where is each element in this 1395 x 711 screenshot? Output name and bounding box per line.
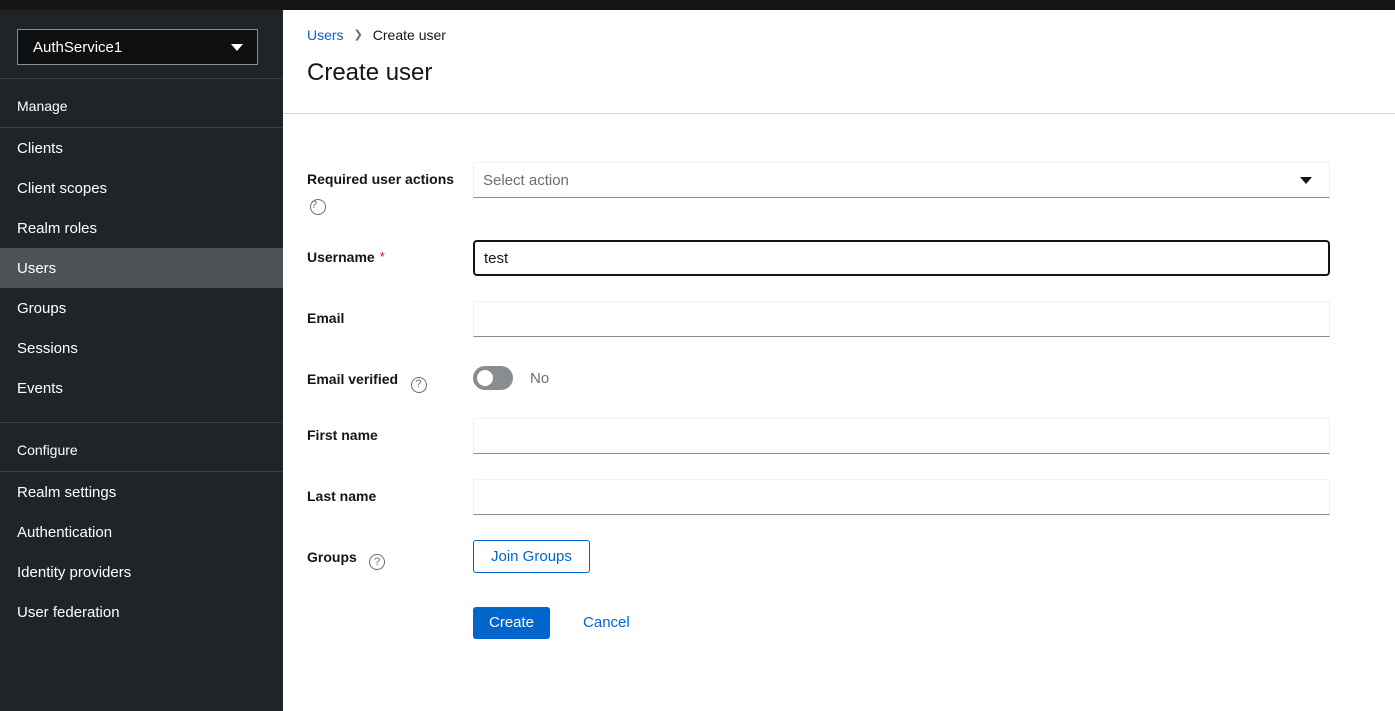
username-input[interactable] xyxy=(473,240,1330,276)
help-icon[interactable] xyxy=(411,377,427,393)
first-name-input[interactable] xyxy=(473,418,1330,454)
page-title: Create user xyxy=(307,59,1395,113)
sidebar-item-realm-roles[interactable]: Realm roles xyxy=(0,208,283,248)
realm-selector-dropdown[interactable]: AuthService1 xyxy=(17,29,258,65)
sidebar-item-client-scopes[interactable]: Client scopes xyxy=(0,168,283,208)
select-placeholder: Select action xyxy=(483,172,569,189)
label-col: Username * xyxy=(307,240,473,276)
chevron-down-icon xyxy=(1300,177,1312,184)
label-col: Groups xyxy=(307,540,473,573)
sidebar-item-groups[interactable]: Groups xyxy=(0,288,283,328)
username-label: Username xyxy=(307,249,375,265)
join-groups-button[interactable]: Join Groups xyxy=(473,540,590,573)
label-col: Last name xyxy=(307,479,473,515)
email-input[interactable] xyxy=(473,301,1330,337)
last-name-input[interactable] xyxy=(473,479,1330,515)
help-icon[interactable] xyxy=(310,199,326,215)
sidebar-item-realm-settings[interactable]: Realm settings xyxy=(0,472,283,512)
email-verified-label: Email verified xyxy=(307,371,398,387)
field-col xyxy=(473,418,1330,454)
label-col: Email xyxy=(307,301,473,337)
app-shell: AuthService1 Manage Clients Client scope… xyxy=(0,10,1395,711)
chevron-down-icon xyxy=(231,44,243,51)
sidebar-item-sessions[interactable]: Sessions xyxy=(0,328,283,368)
nav-section-title-manage: Manage xyxy=(0,79,283,128)
email-verified-toggle[interactable] xyxy=(473,366,513,390)
required-indicator: * xyxy=(380,249,385,264)
top-bar xyxy=(0,0,1395,10)
main-content: Users ❯ Create user Create user Required… xyxy=(283,10,1395,711)
sidebar-item-identity-providers[interactable]: Identity providers xyxy=(0,552,283,592)
realm-name: AuthService1 xyxy=(33,39,122,56)
breadcrumb-separator-icon: ❯ xyxy=(354,30,363,41)
cancel-button[interactable]: Cancel xyxy=(583,614,630,631)
form-row-last-name: Last name xyxy=(307,479,1330,515)
field-col xyxy=(473,301,1330,337)
page-header: Users ❯ Create user Create user xyxy=(283,10,1395,114)
first-name-label: First name xyxy=(307,427,378,443)
sidebar-item-authentication[interactable]: Authentication xyxy=(0,512,283,552)
help-icon[interactable] xyxy=(369,554,385,570)
form-row-email: Email xyxy=(307,301,1330,337)
email-label: Email xyxy=(307,310,344,326)
form-row-required-user-actions: Required user actions Select action xyxy=(307,162,1330,215)
form-row-username: Username * xyxy=(307,240,1330,276)
form-row-email-verified: Email verified No xyxy=(307,362,1330,393)
nav-section-title-configure: Configure xyxy=(0,423,283,472)
sidebar-item-events[interactable]: Events xyxy=(0,368,283,408)
field-col: Select action xyxy=(473,162,1330,215)
email-verified-state: No xyxy=(530,370,549,387)
last-name-label: Last name xyxy=(307,488,376,504)
realm-selector-wrap: AuthService1 xyxy=(0,10,283,78)
field-col: Join Groups xyxy=(473,540,1330,573)
create-user-form: Required user actions Select action User… xyxy=(283,114,1395,639)
toggle-knob xyxy=(477,370,493,386)
nav-section-configure: Configure Realm settings Authentication … xyxy=(0,422,283,632)
sidebar: AuthService1 Manage Clients Client scope… xyxy=(0,10,283,711)
field-col xyxy=(473,240,1330,276)
breadcrumb-current: Create user xyxy=(373,27,446,43)
required-user-actions-select[interactable]: Select action xyxy=(473,162,1330,198)
label-col: Required user actions xyxy=(307,162,473,215)
form-actions: Create Cancel xyxy=(473,607,1330,639)
breadcrumb-users-link[interactable]: Users xyxy=(307,27,344,43)
sidebar-item-user-federation[interactable]: User federation xyxy=(0,592,283,632)
email-verified-toggle-row: No xyxy=(473,362,1330,390)
field-col xyxy=(473,479,1330,515)
breadcrumb: Users ❯ Create user xyxy=(307,27,1395,43)
label-col: First name xyxy=(307,418,473,454)
sidebar-item-clients[interactable]: Clients xyxy=(0,128,283,168)
field-col: No xyxy=(473,362,1330,393)
form-row-groups: Groups Join Groups xyxy=(307,540,1330,573)
nav-section-manage: Manage Clients Client scopes Realm roles… xyxy=(0,78,283,408)
form-row-first-name: First name xyxy=(307,418,1330,454)
label-col: Email verified xyxy=(307,362,473,393)
create-button[interactable]: Create xyxy=(473,607,550,639)
sidebar-item-users[interactable]: Users xyxy=(0,248,283,288)
groups-label: Groups xyxy=(307,549,357,565)
required-user-actions-label: Required user actions xyxy=(307,171,454,187)
